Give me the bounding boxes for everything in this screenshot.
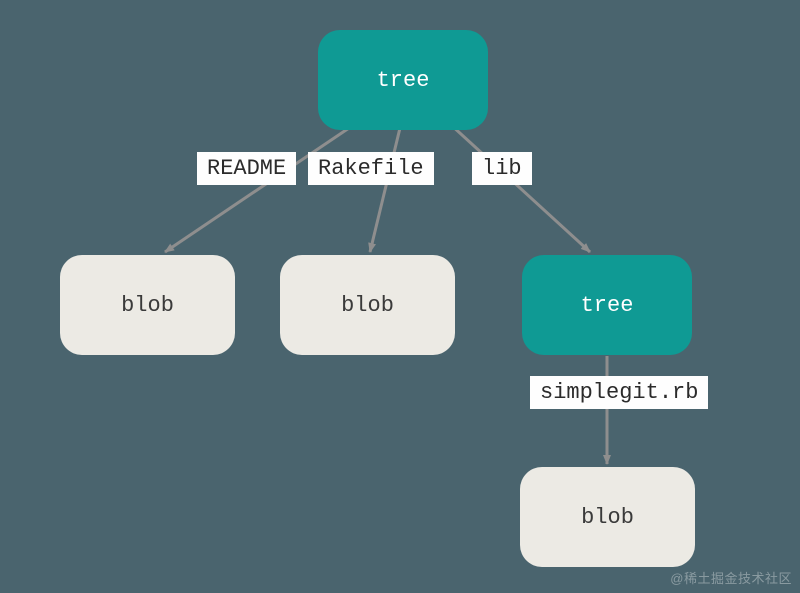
node-label: tree [581,293,634,318]
watermark-text: @稀土掘金技术社区 [670,568,792,587]
root-tree-node: tree [318,30,488,130]
node-label: blob [341,293,394,318]
lib-tree-node: tree [522,255,692,355]
node-label: tree [377,68,430,93]
node-label: blob [121,293,174,318]
blob-readme-node: blob [60,255,235,355]
edge-label-readme: README [197,152,296,185]
edge-label-rakefile: Rakefile [308,152,434,185]
blob-simplegit-node: blob [520,467,695,567]
blob-rakefile-node: blob [280,255,455,355]
edge-label-lib: lib [472,152,532,185]
node-label: blob [581,505,634,530]
edge-label-simplegit: simplegit.rb [530,376,708,409]
